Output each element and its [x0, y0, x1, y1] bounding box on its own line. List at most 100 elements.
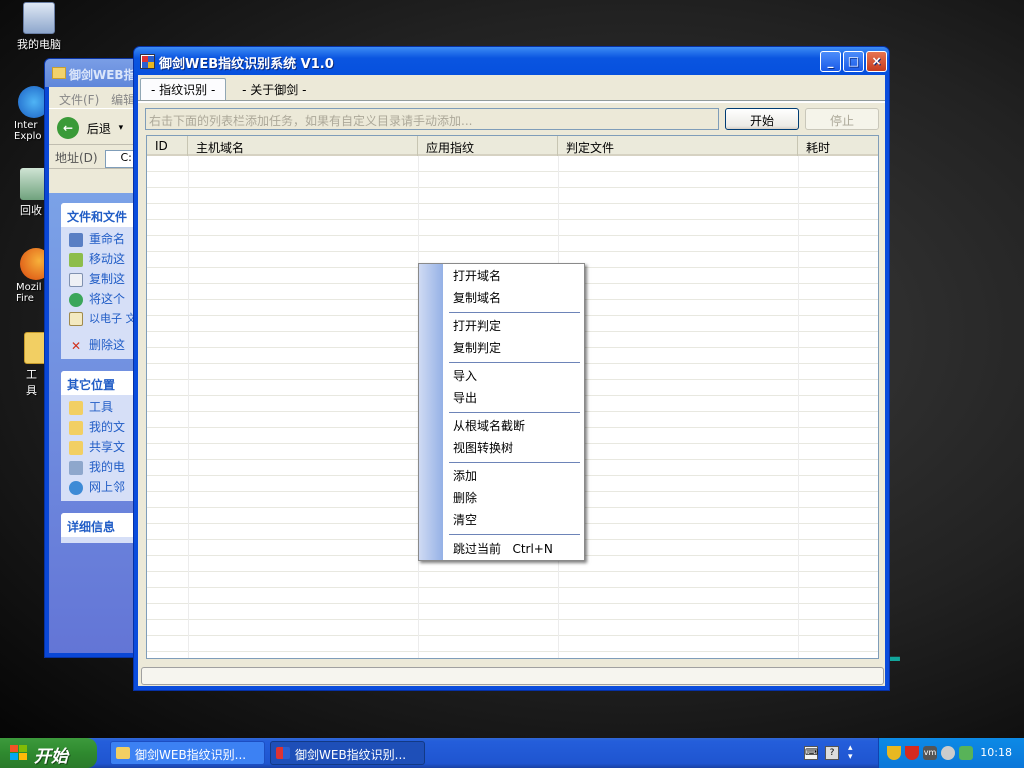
start-button[interactable]: 开始 [725, 108, 799, 130]
expand-icon[interactable]: ▴ ▾ [848, 744, 853, 762]
taskbar-item-main-app[interactable]: 御剑WEB指纹识别... [270, 741, 425, 765]
column-judge-file[interactable]: 判定文件 [558, 136, 798, 156]
explorer-menubar: 文件(F) 编辑 [49, 87, 143, 109]
desktop-icon-firefox[interactable]: Mozil Fire [0, 248, 52, 304]
explorer-body: 文件(F) 编辑 ← 后退 ▾ 地址(D) C: 文件和文件 重命名 移动这 复… [49, 87, 143, 653]
email-icon [69, 311, 83, 326]
menu-tree-view[interactable]: 视图转换树 [453, 437, 513, 457]
keyboard-icon[interactable]: ⌨ [804, 746, 818, 760]
menu-open-domain[interactable]: 打开域名 [453, 265, 501, 285]
menu-separator [449, 412, 580, 413]
close-button[interactable]: × [866, 51, 887, 72]
start-button-taskbar[interactable]: 开始 [0, 738, 97, 768]
chevron-down-icon[interactable]: ▾ [119, 123, 124, 133]
menu-import[interactable]: 导入 [453, 365, 477, 385]
taskbar-item-explorer[interactable]: 御剑WEB指纹识别... [110, 741, 265, 765]
place-shared-documents[interactable]: 共享文 [61, 435, 143, 455]
main-titlebar[interactable]: 御剑WEB指纹识别系统 V1.0 _ □ × [134, 47, 889, 75]
back-arrow-icon[interactable]: ← [57, 117, 79, 139]
minimize-button[interactable]: _ [820, 51, 841, 72]
security-shield-icon[interactable] [887, 746, 901, 760]
menu-copy-domain[interactable]: 复制域名 [453, 287, 501, 307]
tab-fingerprint[interactable]: - 指纹识别 - [140, 78, 227, 100]
pane-title[interactable]: 详细信息 [61, 513, 143, 537]
column-time[interactable]: 耗时 [798, 136, 878, 156]
menu-separator [449, 534, 580, 535]
menu-add[interactable]: 添加 [453, 465, 477, 485]
desktop-icon-my-computer[interactable]: 我的电脑 [4, 2, 74, 52]
alert-shield-icon[interactable] [905, 746, 919, 760]
menu-export[interactable]: 导出 [453, 387, 477, 407]
tab-divider [138, 100, 885, 103]
column-id[interactable]: ID [147, 136, 188, 156]
desktop-icon-label: 我的电脑 [17, 38, 61, 51]
folder-icon [52, 67, 66, 79]
context-menu: 打开域名 复制域名 打开判定 复制判定 导入 导出 从根域名截断 视图转换树 添… [418, 263, 585, 561]
menu-side-strip [419, 264, 443, 560]
menu-truncate-root[interactable]: 从根域名截断 [453, 415, 525, 435]
web-publish-icon [69, 292, 83, 307]
computer-icon [69, 460, 83, 475]
place-network[interactable]: 网上邻 [61, 475, 143, 495]
desktop-icon-label: 工具 [26, 368, 37, 397]
explorer-titlebar[interactable]: 御剑WEB指 [45, 59, 143, 87]
documents-folder-icon [69, 420, 83, 435]
desktop-icon-label: 回收 [20, 204, 42, 217]
task-rename[interactable]: 重命名 [61, 227, 143, 247]
network-icon[interactable] [959, 746, 973, 760]
system-tray: vm 10:18 [878, 738, 1024, 768]
menu-separator [449, 312, 580, 313]
menu-separator [449, 462, 580, 463]
menu-copy-judge[interactable]: 复制判定 [453, 337, 501, 357]
back-button-label[interactable]: 后退 [87, 122, 111, 136]
place-my-documents[interactable]: 我的文 [61, 415, 143, 435]
tab-about[interactable]: - 关于御剑 - [232, 79, 316, 99]
menu-skip-current[interactable]: 跳过当前 Ctrl+N [453, 538, 553, 558]
task-input[interactable]: 右击下面的列表栏添加任务，如果有自定义目录请手动添加... [145, 108, 719, 130]
pane-title[interactable]: 其它位置 [61, 371, 143, 395]
task-move[interactable]: 移动这 [61, 247, 143, 267]
task-publish[interactable]: 将这个 [61, 287, 143, 307]
menu-delete[interactable]: 删除 [453, 487, 477, 507]
task-delete[interactable]: ✕ 删除这 [61, 333, 143, 353]
wallpaper-glyph-icon: ـ [888, 630, 900, 670]
tab-strip: - 指纹识别 - - 关于御剑 - [140, 78, 318, 100]
window-title: 御剑WEB指纹识别系统 V1.0 [159, 57, 334, 72]
desktop-icon-internet-explorer[interactable]: Inter Explo [0, 86, 50, 142]
menu-open-judge[interactable]: 打开判定 [453, 315, 501, 335]
vm-icon[interactable]: vm [923, 746, 937, 760]
start-label: 开始 [34, 747, 68, 767]
help-icon[interactable]: ? [825, 746, 839, 760]
list-header: ID 主机域名 应用指纹 判定文件 耗时 [147, 136, 878, 156]
explorer-title: 御剑WEB指 [69, 68, 136, 82]
task-email[interactable]: 以电子 文件 [61, 307, 143, 333]
menu-clear[interactable]: 清空 [453, 509, 477, 529]
stop-button[interactable]: 停止 [805, 108, 879, 130]
windows-flag-icon [10, 745, 28, 761]
network-globe-icon [69, 480, 83, 495]
menu-edit[interactable]: 编辑 [111, 93, 135, 107]
task-copy[interactable]: 复制这 [61, 267, 143, 287]
desktop-icon-recycle-bin[interactable]: 回收 [0, 168, 52, 218]
menu-file[interactable]: 文件(F) [59, 93, 99, 107]
place-my-computer[interactable]: 我的电 [61, 455, 143, 475]
column-host[interactable]: 主机域名 [188, 136, 418, 156]
column-fingerprint[interactable]: 应用指纹 [418, 136, 558, 156]
desktop-icon-label: Mozil Fire [16, 282, 42, 304]
explorer-window[interactable]: 御剑WEB指 文件(F) 编辑 ← 后退 ▾ 地址(D) C: 文件和文件 重命… [44, 58, 144, 658]
disc-icon[interactable] [941, 746, 955, 760]
explorer-task-pane: 文件和文件 重命名 移动这 复制这 将这个 以电子 文件 ✕ 删除这 其它位置 工… [49, 193, 143, 653]
pane-other-places: 其它位置 工具 我的文 共享文 我的电 网上邻 [61, 371, 143, 501]
desktop-icon-tools-folder[interactable]: 工具 [0, 332, 56, 398]
maximize-button[interactable]: □ [843, 51, 864, 72]
address-label: 地址(D) [55, 151, 98, 165]
shared-folder-icon [69, 440, 83, 455]
place-tools[interactable]: 工具 [61, 395, 143, 415]
app-icon [276, 747, 290, 759]
pane-title[interactable]: 文件和文件 [61, 203, 143, 227]
status-bar [141, 667, 884, 685]
computer-icon [23, 2, 55, 34]
clock[interactable]: 10:18 [980, 746, 1012, 759]
copy-icon [69, 272, 83, 287]
column-divider [798, 156, 799, 658]
